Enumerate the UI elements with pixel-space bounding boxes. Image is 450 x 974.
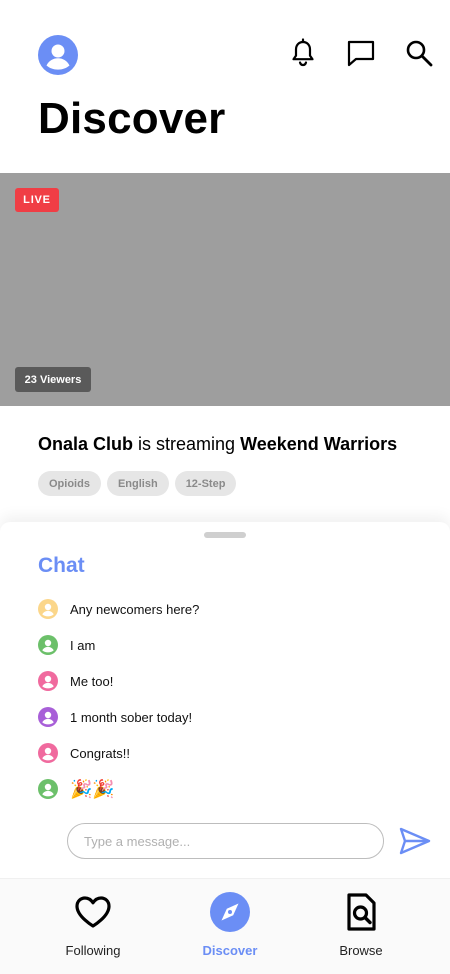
- top-bar: Discover: [0, 0, 450, 172]
- user-avatar-icon[interactable]: [38, 671, 58, 691]
- user-avatar-icon[interactable]: [38, 599, 58, 619]
- viewer-count-badge: 23 Viewers: [15, 367, 91, 392]
- tag-chip[interactable]: English: [106, 471, 169, 496]
- nav-label: Browse: [339, 943, 383, 958]
- search-icon[interactable]: [404, 38, 434, 68]
- tag-chip[interactable]: Opioids: [38, 471, 101, 496]
- live-badge: LIVE: [15, 188, 59, 212]
- chat-message-text: I am: [70, 637, 96, 653]
- chat-message: Any newcomers here?: [38, 598, 199, 620]
- chat-message-text: Me too!: [70, 673, 114, 689]
- tag-list: Opioids English 12-Step: [38, 471, 237, 496]
- chat-bubble-icon[interactable]: [346, 38, 376, 68]
- stream-show[interactable]: Weekend Warriors: [240, 434, 397, 454]
- document-search-icon: [347, 893, 376, 931]
- nav-item-browse[interactable]: Browse: [306, 891, 416, 958]
- chat-message: Me too!: [38, 670, 113, 692]
- message-input[interactable]: Type a message...: [67, 823, 384, 859]
- heart-icon: [75, 896, 111, 928]
- chat-message: I am: [38, 634, 95, 656]
- nav-label: Discover: [202, 943, 258, 958]
- chat-sheet: Chat Any newcomers here? I am Me too! 1 …: [0, 522, 450, 878]
- chat-message: 🎉🎉: [38, 778, 115, 800]
- bell-icon[interactable]: [288, 38, 318, 68]
- page-title: Discover: [38, 94, 226, 143]
- bottom-nav: Following Discover Browse: [0, 878, 450, 974]
- nav-item-discover[interactable]: Discover: [175, 891, 285, 958]
- profile-icon[interactable]: [38, 35, 78, 75]
- stream-title[interactable]: Onala Club is streaming Weekend Warriors: [38, 432, 397, 456]
- drag-handle[interactable]: [204, 532, 246, 538]
- compass-icon: [210, 892, 250, 932]
- user-avatar-icon[interactable]: [38, 779, 58, 799]
- user-avatar-icon[interactable]: [38, 707, 58, 727]
- chat-title: Chat: [38, 554, 85, 577]
- user-avatar-icon[interactable]: [38, 743, 58, 763]
- party-popper-emoji: 🎉🎉: [70, 779, 115, 799]
- tag-chip[interactable]: 12-Step: [174, 471, 237, 496]
- chat-message-text: 1 month sober today!: [70, 709, 193, 725]
- chat-message: Congrats!!: [38, 742, 130, 764]
- send-icon[interactable]: [398, 824, 432, 858]
- user-avatar-icon[interactable]: [38, 635, 58, 655]
- nav-label: Following: [65, 943, 121, 958]
- chat-message: 1 month sober today!: [38, 706, 192, 728]
- chat-message-text: Any newcomers here?: [70, 601, 200, 617]
- stream-preview[interactable]: LIVE 23 Viewers: [0, 173, 450, 406]
- stream-host[interactable]: Onala Club: [38, 434, 133, 454]
- nav-item-following[interactable]: Following: [38, 891, 148, 958]
- chat-message-text: Congrats!!: [70, 745, 130, 761]
- stream-connector: is streaming: [133, 434, 241, 454]
